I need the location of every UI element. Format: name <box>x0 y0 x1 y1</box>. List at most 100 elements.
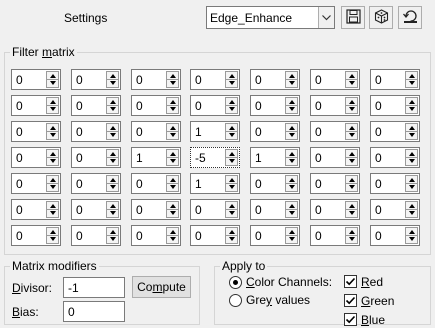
spin-down-icon[interactable] <box>286 79 297 87</box>
matrix-cell[interactable]: 0 <box>71 95 121 116</box>
spin-down-icon[interactable] <box>167 105 178 113</box>
save-preset-button[interactable] <box>341 6 365 29</box>
spin-down-icon[interactable] <box>107 183 118 191</box>
matrix-cell[interactable]: 1 <box>131 147 181 168</box>
compute-button[interactable]: Compute <box>132 276 191 298</box>
matrix-cell[interactable]: 0 <box>11 199 61 220</box>
matrix-cell[interactable]: 0 <box>131 121 181 142</box>
divisor-input[interactable]: -1 <box>63 277 125 298</box>
matrix-cell[interactable]: 0 <box>310 225 360 246</box>
blue-checkbox[interactable] <box>344 313 357 326</box>
matrix-cell[interactable]: 0 <box>370 69 420 90</box>
matrix-cell[interactable]: 0 <box>370 173 420 194</box>
spin-down-icon[interactable] <box>406 105 417 113</box>
matrix-cell[interactable]: 0 <box>190 199 240 220</box>
color-channels-radio[interactable] <box>229 276 242 289</box>
matrix-cell[interactable]: 1 <box>190 173 240 194</box>
matrix-cell[interactable]: 0 <box>370 95 420 116</box>
matrix-cell[interactable]: 0 <box>310 69 360 90</box>
spin-down-icon[interactable] <box>286 183 297 191</box>
red-checkbox[interactable] <box>344 275 357 288</box>
reset-button[interactable] <box>398 6 422 29</box>
matrix-cell[interactable]: 0 <box>131 69 181 90</box>
spin-down-icon[interactable] <box>107 209 118 217</box>
matrix-cell[interactable]: 0 <box>71 225 121 246</box>
matrix-cell[interactable]: 0 <box>71 121 121 142</box>
matrix-cell[interactable]: 0 <box>190 69 240 90</box>
matrix-cell[interactable]: 0 <box>11 95 61 116</box>
spin-down-icon[interactable] <box>47 131 58 139</box>
spin-down-icon[interactable] <box>346 235 357 243</box>
spin-down-icon[interactable] <box>47 235 58 243</box>
spin-down-icon[interactable] <box>167 131 178 139</box>
spin-down-icon[interactable] <box>107 105 118 113</box>
spin-down-icon[interactable] <box>226 209 237 217</box>
matrix-cell[interactable]: 0 <box>250 199 300 220</box>
matrix-cell[interactable]: 0 <box>71 147 121 168</box>
spin-down-icon[interactable] <box>167 183 178 191</box>
matrix-cell[interactable]: 0 <box>131 95 181 116</box>
green-checkbox[interactable] <box>344 294 357 307</box>
spin-down-icon[interactable] <box>226 157 237 165</box>
spin-down-icon[interactable] <box>167 157 178 165</box>
spin-down-icon[interactable] <box>286 235 297 243</box>
spin-down-icon[interactable] <box>346 105 357 113</box>
spin-down-icon[interactable] <box>406 79 417 87</box>
spin-down-icon[interactable] <box>167 209 178 217</box>
spin-down-icon[interactable] <box>47 79 58 87</box>
matrix-cell[interactable]: 0 <box>190 95 240 116</box>
matrix-cell[interactable]: 0 <box>370 199 420 220</box>
spin-down-icon[interactable] <box>47 105 58 113</box>
spin-down-icon[interactable] <box>167 79 178 87</box>
spin-down-icon[interactable] <box>226 105 237 113</box>
spin-down-icon[interactable] <box>286 209 297 217</box>
spin-down-icon[interactable] <box>346 209 357 217</box>
spin-down-icon[interactable] <box>346 183 357 191</box>
spin-down-icon[interactable] <box>406 209 417 217</box>
spin-down-icon[interactable] <box>286 105 297 113</box>
spin-down-icon[interactable] <box>406 131 417 139</box>
spin-down-icon[interactable] <box>346 79 357 87</box>
matrix-cell[interactable]: 0 <box>310 173 360 194</box>
matrix-cell[interactable]: 0 <box>11 69 61 90</box>
spin-down-icon[interactable] <box>107 235 118 243</box>
spin-down-icon[interactable] <box>226 131 237 139</box>
matrix-cell[interactable]: 0 <box>370 121 420 142</box>
matrix-cell[interactable]: 0 <box>131 225 181 246</box>
spin-down-icon[interactable] <box>47 209 58 217</box>
matrix-cell[interactable]: 0 <box>310 95 360 116</box>
spin-down-icon[interactable] <box>286 131 297 139</box>
matrix-cell[interactable]: 0 <box>250 225 300 246</box>
matrix-cell[interactable]: 0 <box>310 147 360 168</box>
spin-down-icon[interactable] <box>226 235 237 243</box>
matrix-cell[interactable]: 0 <box>71 173 121 194</box>
spin-down-icon[interactable] <box>346 131 357 139</box>
preset-select[interactable]: Edge_Enhance <box>206 6 335 29</box>
spin-down-icon[interactable] <box>226 79 237 87</box>
spin-down-icon[interactable] <box>107 157 118 165</box>
matrix-cell[interactable]: 0 <box>11 225 61 246</box>
matrix-cell[interactable]: 0 <box>250 173 300 194</box>
spin-down-icon[interactable] <box>226 183 237 191</box>
matrix-cell[interactable]: 0 <box>131 199 181 220</box>
matrix-cell[interactable]: 0 <box>131 173 181 194</box>
spin-down-icon[interactable] <box>107 131 118 139</box>
spin-down-icon[interactable] <box>107 79 118 87</box>
grey-values-radio[interactable] <box>229 294 242 307</box>
spin-down-icon[interactable] <box>47 157 58 165</box>
matrix-cell[interactable]: 0 <box>370 147 420 168</box>
matrix-cell[interactable]: 0 <box>250 69 300 90</box>
matrix-cell[interactable]: 0 <box>370 225 420 246</box>
matrix-cell[interactable]: 0 <box>190 225 240 246</box>
spin-down-icon[interactable] <box>167 235 178 243</box>
matrix-cell[interactable]: 0 <box>310 121 360 142</box>
randomize-button[interactable] <box>369 6 393 29</box>
spin-down-icon[interactable] <box>406 235 417 243</box>
matrix-cell[interactable]: 1 <box>250 147 300 168</box>
matrix-cell[interactable]: 0 <box>310 199 360 220</box>
chevron-down-icon[interactable] <box>318 7 334 28</box>
spin-down-icon[interactable] <box>286 157 297 165</box>
bias-input[interactable]: 0 <box>63 301 125 322</box>
spin-down-icon[interactable] <box>406 183 417 191</box>
matrix-cell[interactable]: 1 <box>190 121 240 142</box>
